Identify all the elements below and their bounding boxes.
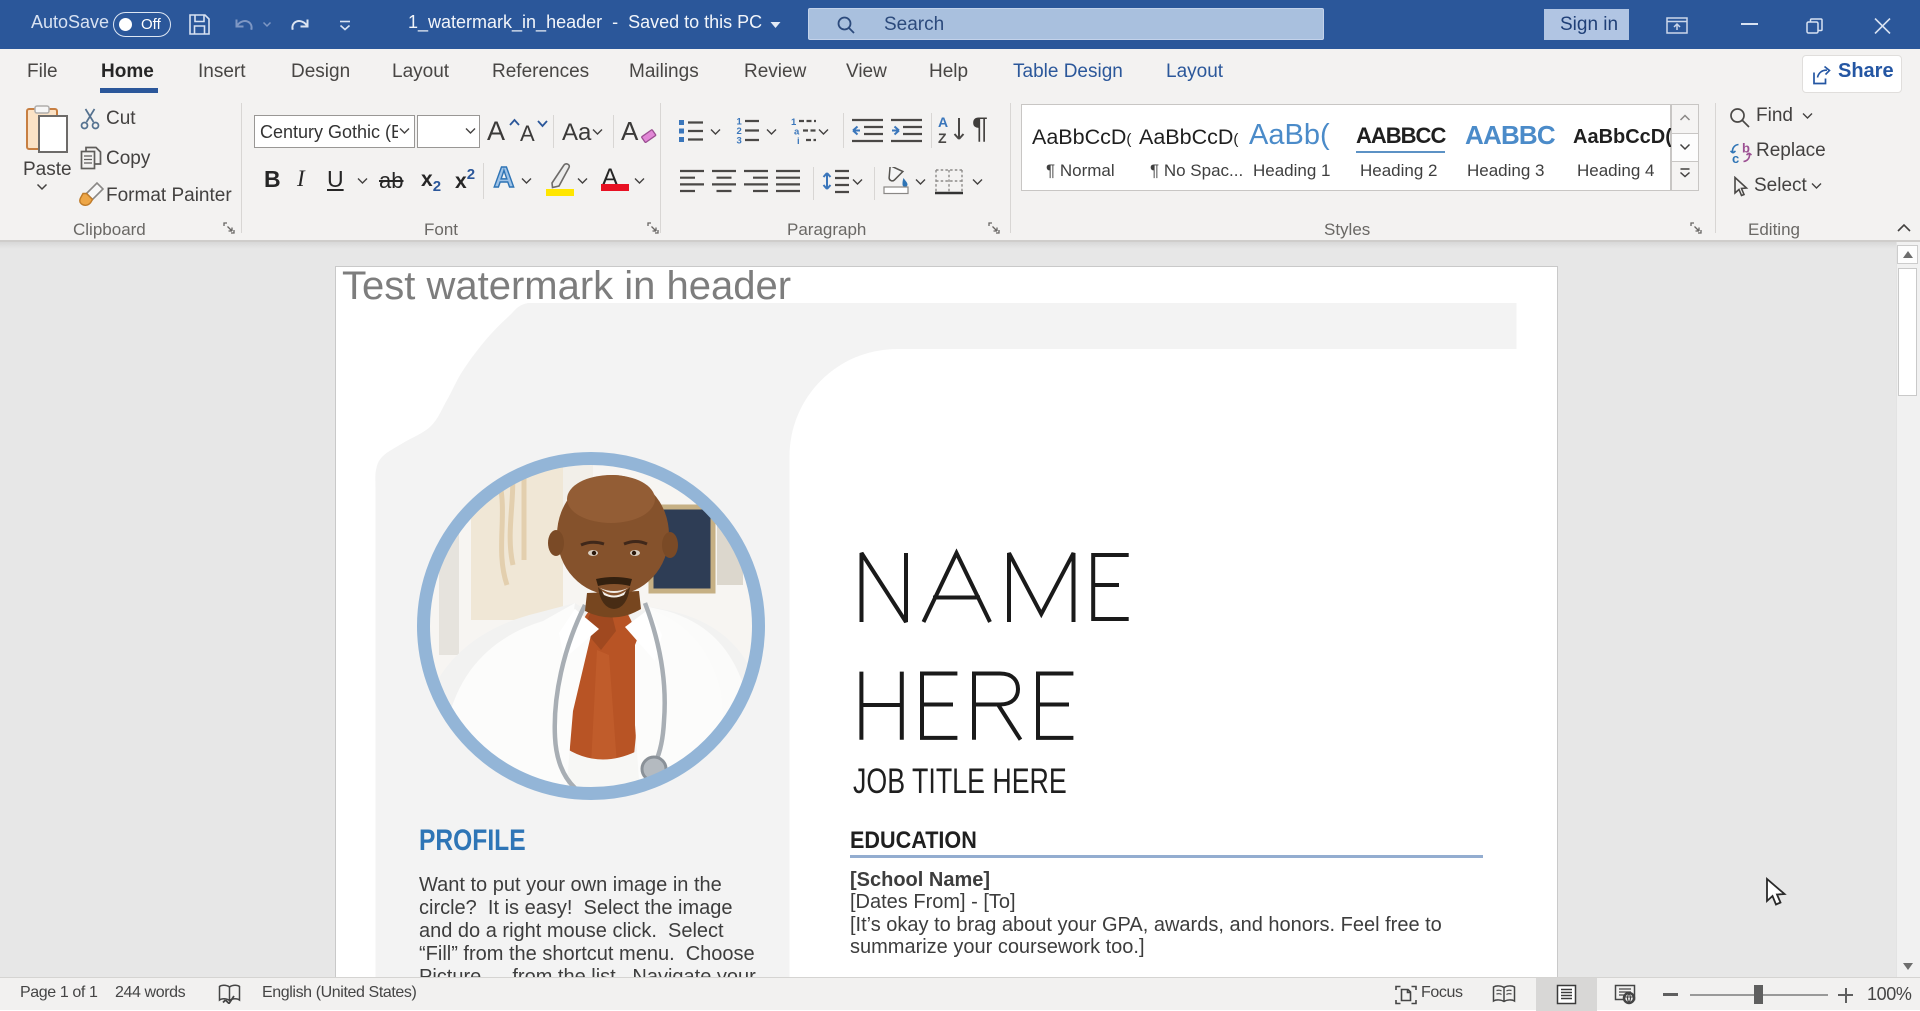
svg-text:Z: Z	[938, 130, 947, 145]
svg-text:A: A	[938, 115, 948, 130]
svg-text:3: 3	[737, 136, 742, 145]
svg-text:A: A	[494, 163, 515, 193]
svg-text:i: i	[797, 136, 800, 144]
